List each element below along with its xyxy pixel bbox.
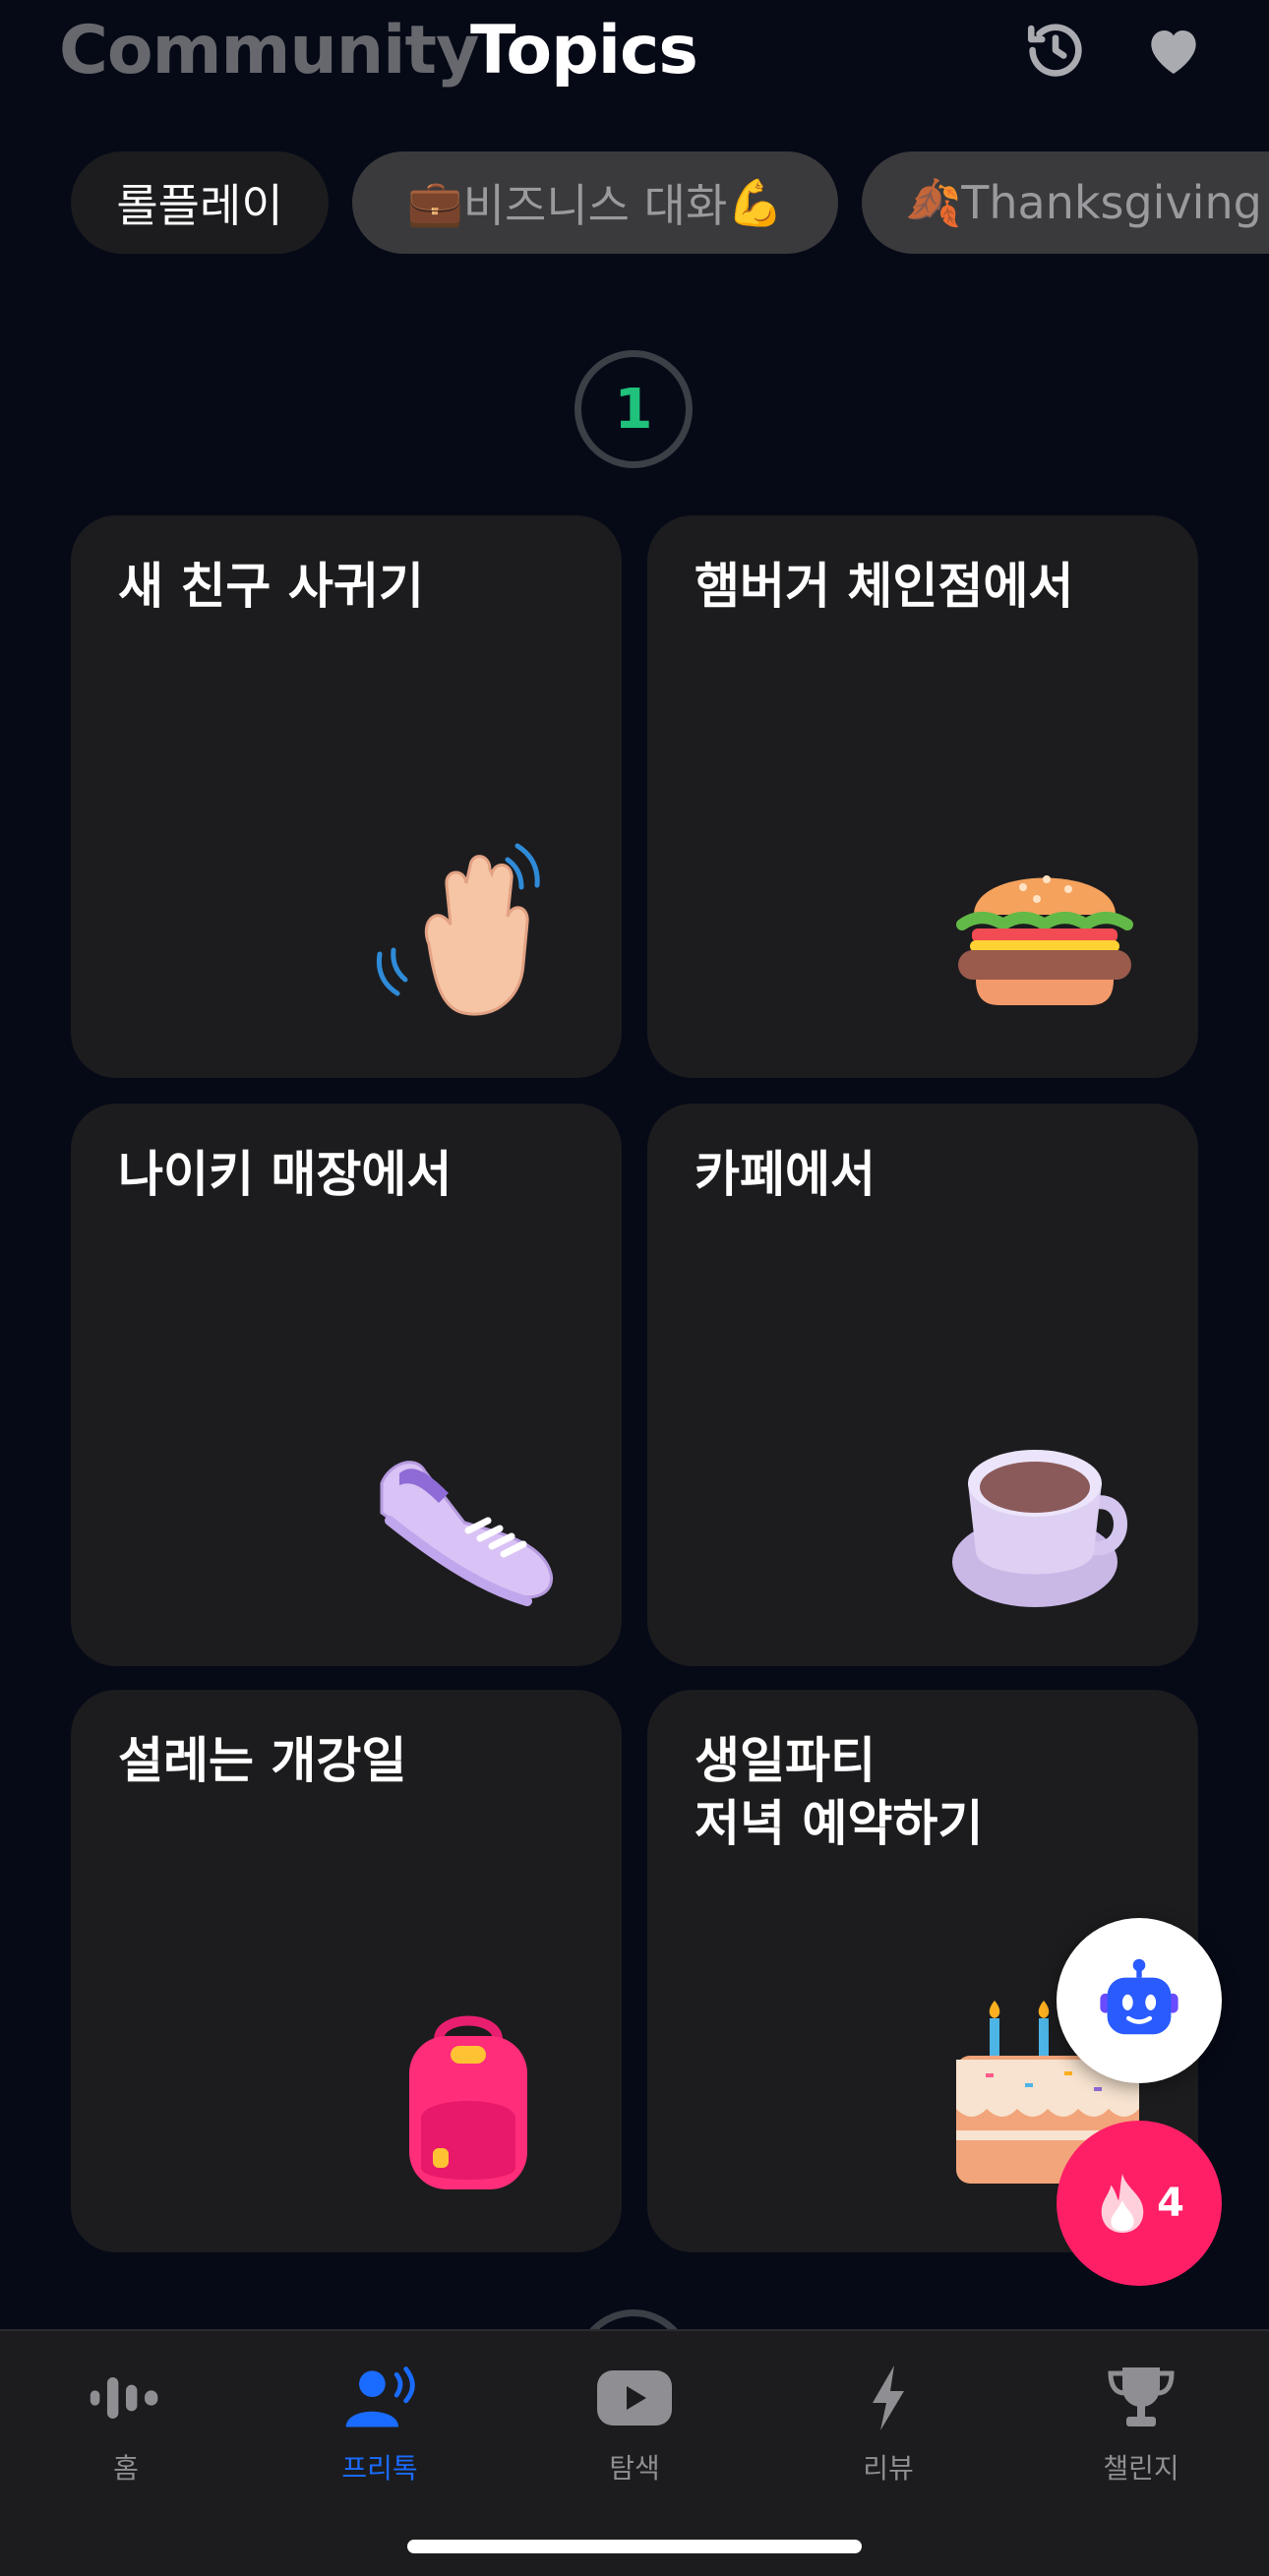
nav-review[interactable]: 리뷰	[790, 2359, 987, 2506]
header: Community Topics	[0, 0, 1269, 118]
topic-card[interactable]: 설레는 개강일	[71, 1690, 622, 2252]
topic-title: 새 친구 사귀기	[118, 558, 424, 615]
history-icon	[1027, 24, 1082, 77]
topic-title: 설레는 개강일	[118, 1732, 407, 1789]
speaking-person-icon	[345, 2366, 415, 2427]
coffee-cup-icon	[952, 1450, 1127, 1607]
nav-label: 리뷰	[863, 2452, 914, 2485]
topic-card[interactable]: 새 친구 사귀기	[71, 515, 622, 1078]
waving-hand-icon	[376, 843, 540, 1016]
history-button[interactable]	[1019, 14, 1092, 87]
topic-title: 나이키 매장에서	[118, 1146, 453, 1203]
chip-thanksgiving[interactable]: 🍂 Thanksgiving	[862, 151, 1269, 254]
topic-card[interactable]: 햄버거 체인점에서	[647, 515, 1198, 1078]
topic-card[interactable]: 카페에서	[647, 1104, 1198, 1666]
nav-challenge[interactable]: 챌린지	[1043, 2359, 1239, 2506]
ai-assistant-button[interactable]	[1057, 1918, 1222, 2083]
topics-screen: Community Topics 롤플레이 💼 비즈니스 대화 💪 🍂 Than…	[0, 0, 1269, 2576]
tab-community[interactable]: Community	[59, 12, 479, 90]
favorites-button[interactable]	[1137, 14, 1210, 87]
sneaker-icon	[380, 1461, 554, 1606]
streak-button[interactable]: 4	[1057, 2121, 1222, 2286]
heart-icon	[1151, 30, 1196, 74]
robot-icon	[1100, 1958, 1178, 2035]
fire-icon	[1101, 2174, 1144, 2233]
flexed-bicep-icon: 💪	[727, 175, 784, 229]
chip-business[interactable]: 💼 비즈니스 대화 💪	[352, 151, 838, 254]
topic-title: 생일파티 저녁 예약하기	[695, 1732, 984, 1852]
nav-label: 홈	[113, 2452, 139, 2485]
tab-topics[interactable]: Topics	[470, 12, 698, 90]
chip-label: 롤플레이	[116, 179, 283, 232]
chip-label: 비즈니스 대화	[462, 179, 728, 232]
voice-wave-icon	[90, 2377, 158, 2419]
nav-label: 챌린지	[1103, 2452, 1179, 2485]
play-video-icon	[597, 2370, 672, 2426]
hamburger-icon	[956, 875, 1133, 1005]
chip-label: Thanksgiving	[961, 176, 1262, 229]
nav-label: 탐색	[609, 2452, 660, 2485]
home-indicator	[407, 2540, 862, 2553]
topic-title: 카페에서	[695, 1146, 876, 1203]
topic-card[interactable]: 나이키 매장에서	[71, 1104, 622, 1666]
lightning-icon	[873, 2366, 904, 2430]
trophy-icon	[1108, 2367, 1175, 2426]
step-indicator: 1	[574, 350, 693, 468]
nav-freetalk[interactable]: 프리톡	[281, 2359, 478, 2506]
nav-explore[interactable]: 탐색	[536, 2359, 733, 2506]
chip-roleplay[interactable]: 롤플레이	[71, 151, 329, 254]
backpack-icon	[409, 2015, 527, 2189]
streak-count: 4	[1157, 2181, 1184, 2226]
briefcase-icon: 💼	[406, 175, 463, 229]
category-chips: 롤플레이 💼 비즈니스 대화 💪 🍂 Thanksgiving	[71, 151, 1269, 254]
nav-label: 프리톡	[341, 2452, 418, 2485]
nav-home[interactable]: 홈	[28, 2359, 224, 2506]
fallen-leaf-icon: 🍂	[905, 175, 962, 229]
topic-title: 햄버거 체인점에서	[695, 558, 1074, 615]
